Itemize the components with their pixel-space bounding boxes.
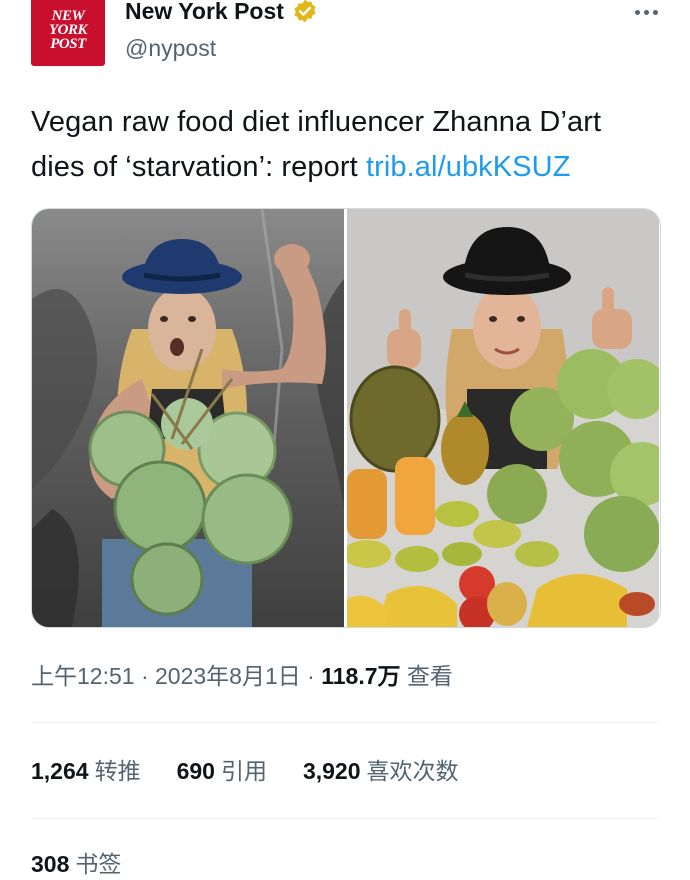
- quotes-stat[interactable]: 690 引用: [177, 755, 267, 787]
- likes-stat[interactable]: 3,920 喜欢次数: [303, 755, 459, 787]
- meta-separator: ·: [300, 663, 322, 689]
- quotes-count: 690: [176, 758, 215, 784]
- tweet-text: Vegan raw food diet influencer Zhanna D’…: [31, 100, 661, 190]
- bookmarks-count: 308: [31, 851, 70, 877]
- engagement-stats: 1,264 转推 690 引用 3,920 喜欢次数: [31, 755, 459, 787]
- logo-line-1: NEW: [51, 8, 85, 24]
- logo-line-2: YORK: [48, 22, 88, 38]
- woman-with-fruit-image: [347, 209, 659, 627]
- bookmarks-label: 书签: [75, 851, 122, 877]
- retweets-count: 1,264: [31, 758, 89, 784]
- display-name[interactable]: New York Post: [125, 0, 284, 26]
- photo-left[interactable]: [32, 209, 344, 627]
- user-handle[interactable]: @nypost: [125, 34, 216, 62]
- more-dot: [634, 9, 640, 15]
- tweet-meta: 上午12:51 · 2023年8月1日 · 118.7万 查看: [31, 660, 453, 692]
- tweet-media[interactable]: [31, 208, 661, 628]
- quotes-label: 引用: [220, 758, 267, 784]
- divider: [31, 722, 659, 723]
- meta-separator: ·: [134, 663, 156, 689]
- more-dot: [643, 9, 649, 15]
- likes-count: 3,920: [302, 758, 361, 784]
- more-dot: [652, 9, 658, 15]
- tweet-time[interactable]: 上午12:51: [31, 663, 135, 689]
- verified-badge-icon: [294, 0, 316, 23]
- views-count: 118.7万: [321, 663, 401, 689]
- tweet-date[interactable]: 2023年8月1日: [155, 663, 301, 689]
- views-label: 查看: [400, 663, 453, 689]
- nypost-avatar[interactable]: NEW YORK POST: [31, 0, 105, 66]
- bookmarks-stat[interactable]: 308 书签: [31, 848, 121, 880]
- logo-line-3: POST: [50, 36, 86, 52]
- likes-label: 喜欢次数: [366, 758, 459, 784]
- retweets-label: 转推: [94, 758, 141, 784]
- display-name-row[interactable]: New York Post: [125, 0, 318, 26]
- woman-with-coconuts-image: [32, 209, 344, 627]
- tweet-header: NEW YORK POST New York Post @nypost: [31, 0, 661, 70]
- retweets-stat[interactable]: 1,264 转推: [31, 755, 141, 787]
- photo-right[interactable]: [347, 209, 659, 627]
- tweet-link[interactable]: trib.al/ubkKSUZ: [366, 151, 571, 183]
- divider: [31, 818, 659, 819]
- more-options-icon[interactable]: [631, 0, 661, 24]
